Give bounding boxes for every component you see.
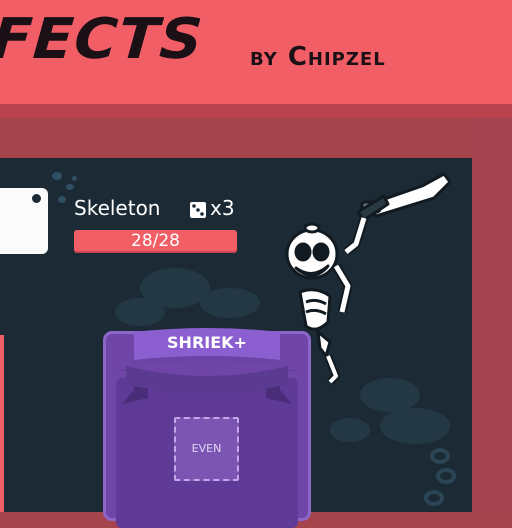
health-text: 28/28 [131,231,180,251]
title-banner: FECTS by Chipzel [0,0,512,110]
enemy-name: Skeleton [74,196,161,220]
enemy-portrait[interactable] [0,188,48,254]
slot-requirement: EVEN [191,442,222,455]
banner-edge [0,104,512,118]
game-byline: by Chipzel [250,42,386,72]
game-title: FECTS [0,7,206,72]
dice-slot[interactable]: EVEN [174,417,239,481]
chain-decoration [424,448,456,506]
dice-count: x3 [210,196,235,220]
card-title: SHRIEK+ [167,333,247,352]
skeleton-sprite[interactable] [272,166,462,396]
portrait-indicator [32,194,41,203]
dice-icon [190,202,206,218]
health-bar: 28/28 [74,230,237,253]
neighbor-card-edge [0,335,4,512]
